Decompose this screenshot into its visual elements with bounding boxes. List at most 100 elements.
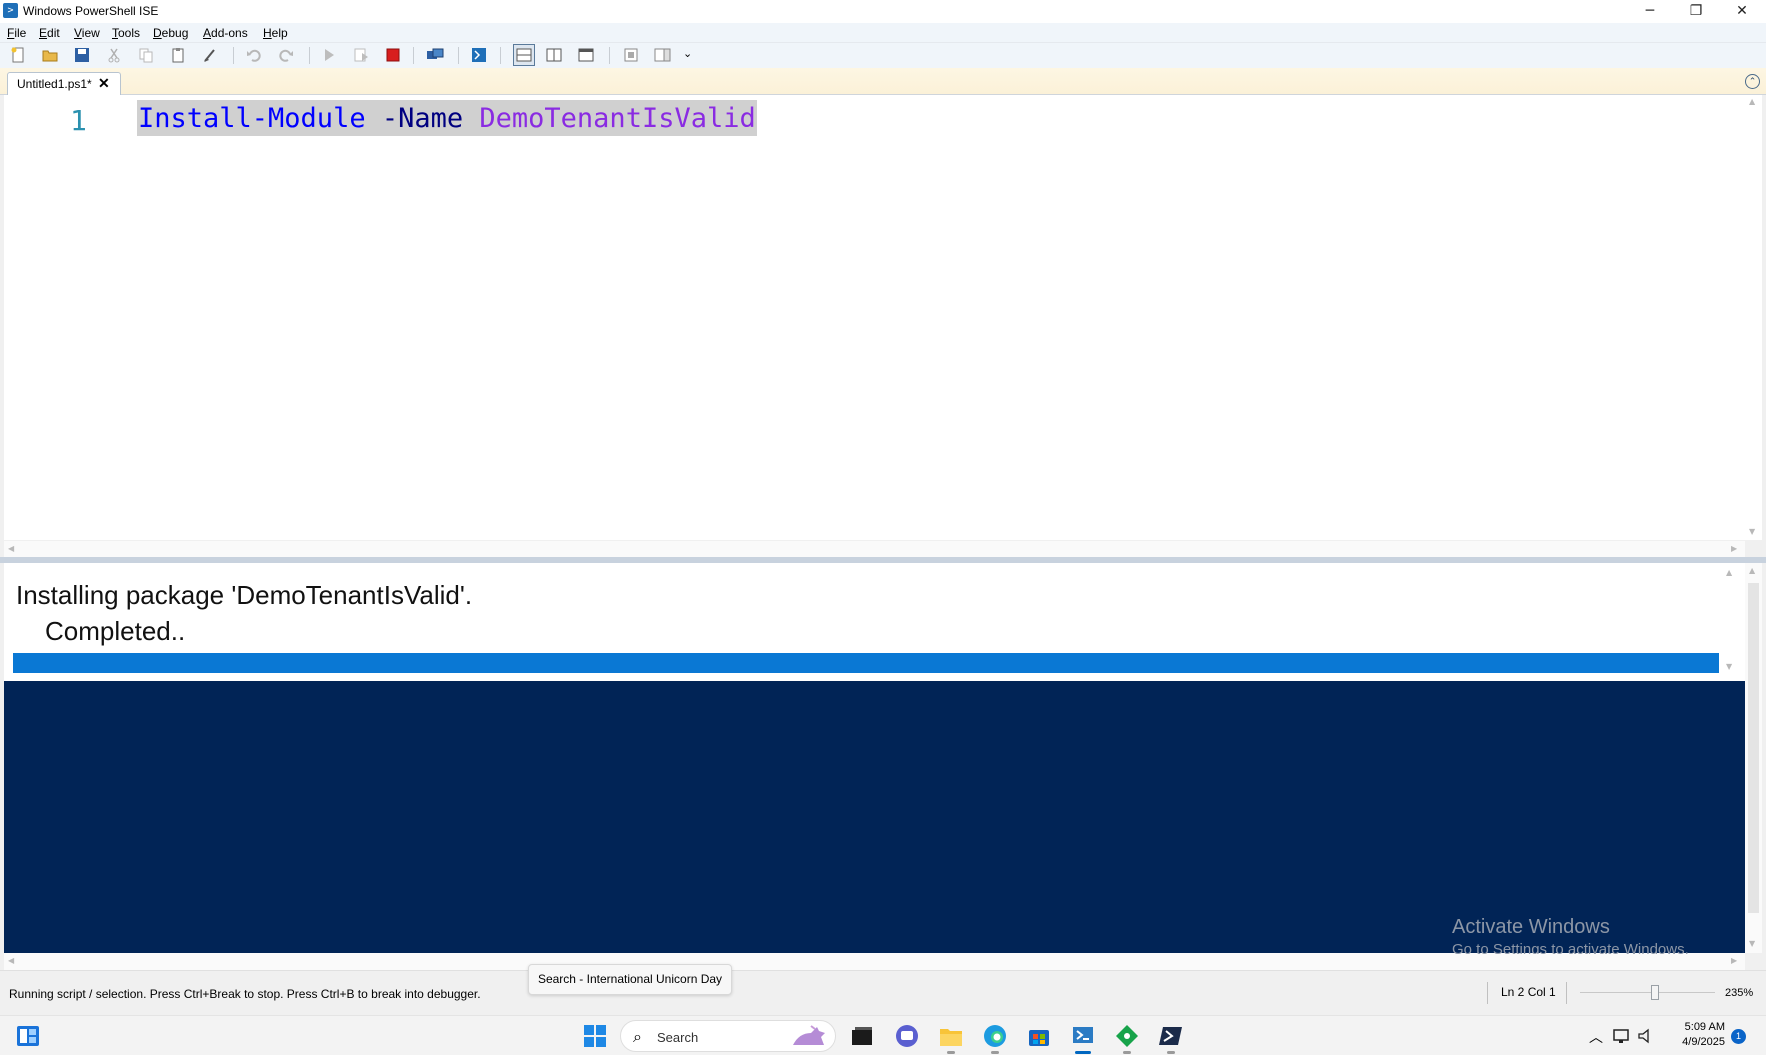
minimize-button[interactable]: ─ xyxy=(1627,0,1673,23)
toolbar-separator xyxy=(233,47,234,64)
clear-console-icon[interactable] xyxy=(201,46,219,64)
show-script-top-icon[interactable] xyxy=(513,44,535,66)
run-script-icon[interactable] xyxy=(320,46,338,64)
cut-icon[interactable] xyxy=(105,46,123,64)
stop-icon[interactable] xyxy=(384,46,402,64)
scroll-left-icon[interactable]: ◀ xyxy=(8,544,14,553)
toolbar-overflow-icon[interactable]: ⌄ xyxy=(683,47,692,60)
status-message: Running script / selection. Press Ctrl+B… xyxy=(9,987,481,1001)
scroll-up-icon[interactable]: ▲ xyxy=(1749,97,1755,106)
scroll-down-icon[interactable]: ▼ xyxy=(1749,527,1755,536)
show-addon-icon[interactable] xyxy=(654,46,672,64)
unicorn-day-icon xyxy=(793,1025,825,1045)
menu-tools[interactable]: Tools xyxy=(112,26,140,40)
menu-file[interactable]: File xyxy=(7,26,26,40)
script-tab-bar: Untitled1.ps1* ✕ ⌃ xyxy=(0,68,1766,95)
teams-chat-icon[interactable] xyxy=(894,1023,920,1049)
run-selection-icon[interactable] xyxy=(352,46,370,64)
powershell-ise-taskbar-icon[interactable] xyxy=(1070,1023,1096,1049)
toolbar: ⌄ xyxy=(0,43,1766,68)
scroll-down-icon[interactable]: ▼ xyxy=(1726,662,1732,671)
taskbar: ⌕ Search ︿ 5:09 AM 4/9/2025 1 xyxy=(0,1015,1766,1055)
git-app-icon[interactable] xyxy=(1114,1023,1140,1049)
start-powershell-icon[interactable] xyxy=(470,46,488,64)
code-line-selected[interactable]: Install-Module -Name DemoTenantIsValid xyxy=(137,100,757,136)
running-indicator xyxy=(947,1051,955,1054)
tray-overflow-icon[interactable]: ︿ xyxy=(1589,1027,1603,1047)
menu-bar: File Edit View Tools Debug Add-ons Help xyxy=(0,23,1766,43)
code-token-parameter: -Name xyxy=(381,103,464,134)
search-tooltip: Search - International Unicorn Day xyxy=(528,964,732,995)
console-horizontal-scrollbar[interactable]: ◀ ▶ xyxy=(4,953,1745,970)
clock-time: 5:09 AM xyxy=(1684,1021,1725,1033)
show-script-right-icon[interactable] xyxy=(545,46,563,64)
scroll-right-icon[interactable]: ▶ xyxy=(1731,956,1737,965)
start-menu-icon[interactable] xyxy=(582,1023,608,1049)
tray-clock[interactable]: 5:09 AM 4/9/2025 xyxy=(1663,1020,1725,1050)
scroll-down-icon[interactable]: ▼ xyxy=(1749,939,1755,948)
menu-edit[interactable]: Edit xyxy=(39,26,60,40)
scroll-right-icon[interactable]: ▶ xyxy=(1731,544,1737,553)
toolbar-separator xyxy=(309,47,310,64)
code-token-command: Install-Module xyxy=(138,103,366,134)
status-separator xyxy=(1487,982,1488,1004)
microsoft-store-icon[interactable] xyxy=(1026,1023,1052,1049)
taskbar-search[interactable]: ⌕ Search xyxy=(620,1020,836,1052)
console-pane[interactable] xyxy=(4,681,1745,953)
progress-bar xyxy=(13,653,1719,673)
line-number: 1 xyxy=(70,104,87,137)
undo-icon[interactable] xyxy=(245,46,263,64)
collapse-script-pane-icon[interactable]: ⌃ xyxy=(1745,74,1760,89)
menu-debug[interactable]: Debug xyxy=(153,26,188,40)
notification-badge[interactable]: 1 xyxy=(1731,1029,1746,1044)
running-indicator xyxy=(991,1051,999,1054)
scroll-left-icon[interactable]: ◀ xyxy=(8,956,14,965)
editor-vertical-scrollbar[interactable]: ▲ ▼ xyxy=(1745,95,1762,540)
clock-date: 4/9/2025 xyxy=(1682,1036,1725,1048)
task-view-icon[interactable] xyxy=(849,1023,875,1049)
activate-windows-subtitle: Go to Settings to activate Windows. xyxy=(1452,941,1689,954)
show-script-max-icon[interactable] xyxy=(577,46,595,64)
console-vertical-scrollbar[interactable]: ▲ ▼ xyxy=(1745,563,1762,953)
cursor-position: Ln 2 Col 1 xyxy=(1501,985,1556,999)
scroll-up-icon[interactable]: ▲ xyxy=(1749,566,1755,575)
title-bar: > Windows PowerShell ISE ─ ❐ ✕ xyxy=(0,0,1766,23)
progress-scrollbar[interactable]: ▲ ▼ xyxy=(1722,566,1739,676)
script-editor[interactable] xyxy=(4,95,1745,540)
save-icon[interactable] xyxy=(73,46,91,64)
new-script-icon[interactable] xyxy=(9,46,27,64)
widgets-icon[interactable] xyxy=(15,1023,41,1049)
new-remote-tab-icon[interactable] xyxy=(426,46,444,64)
activate-windows-title: Activate Windows xyxy=(1452,916,1610,938)
tab-untitled1[interactable]: Untitled1.ps1* ✕ xyxy=(7,72,121,95)
network-icon[interactable] xyxy=(1612,1023,1632,1049)
paste-icon[interactable] xyxy=(169,46,187,64)
menu-view[interactable]: View xyxy=(74,26,100,40)
running-indicator xyxy=(1167,1051,1175,1054)
volume-icon[interactable] xyxy=(1636,1023,1656,1049)
powershell-taskbar-icon[interactable] xyxy=(1158,1023,1184,1049)
zoom-slider-thumb[interactable] xyxy=(1651,985,1659,1000)
restore-button[interactable]: ❐ xyxy=(1673,0,1719,23)
progress-activity: Installing package 'DemoTenantIsValid'. xyxy=(16,580,473,610)
open-icon[interactable] xyxy=(41,46,59,64)
show-commands-icon[interactable] xyxy=(622,46,640,64)
scroll-up-icon[interactable]: ▲ xyxy=(1726,568,1732,577)
tab-label: Untitled1.ps1* xyxy=(17,77,92,91)
console-scroll-thumb[interactable] xyxy=(1748,583,1759,913)
close-window-button[interactable]: ✕ xyxy=(1719,0,1765,23)
progress-bar-fill xyxy=(13,653,1719,673)
toolbar-separator xyxy=(413,47,414,64)
tab-close-icon[interactable]: ✕ xyxy=(98,75,110,92)
menu-help[interactable]: Help xyxy=(263,26,288,40)
copy-icon[interactable] xyxy=(137,46,155,64)
code-token-argument: DemoTenantIsValid xyxy=(479,103,756,134)
zoom-slider-track[interactable] xyxy=(1580,992,1715,993)
active-indicator xyxy=(1075,1051,1091,1054)
redo-icon[interactable] xyxy=(277,46,295,64)
editor-horizontal-scrollbar[interactable]: ◀ ▶ xyxy=(4,540,1745,557)
status-bar: Running script / selection. Press Ctrl+B… xyxy=(0,970,1766,1015)
menu-add-ons[interactable]: Add-ons xyxy=(203,26,248,40)
edge-browser-icon[interactable] xyxy=(982,1023,1008,1049)
file-explorer-icon[interactable] xyxy=(938,1023,964,1049)
